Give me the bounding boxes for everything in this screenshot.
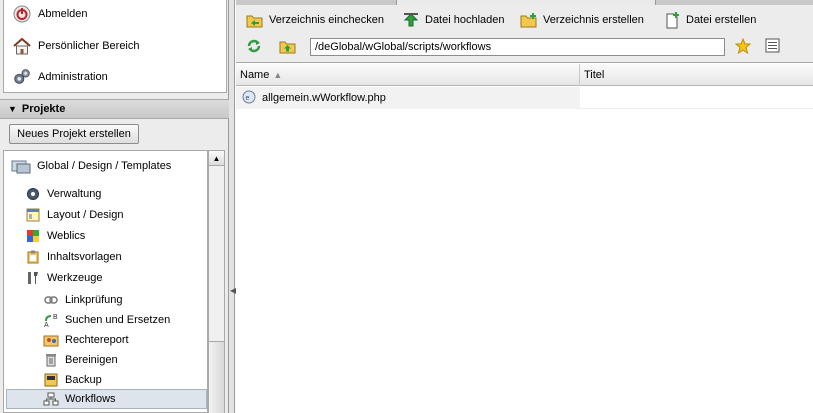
svg-text:B: B [53, 314, 58, 321]
top-navigation: Abmelden Persönlicher Bereich Administra… [3, 0, 227, 93]
projects-header-label: Projekte [21, 103, 66, 115]
tree-item-werkzeuge[interactable]: Werkzeuge [25, 268, 102, 288]
collapse-triangle-icon: ▼ [8, 104, 17, 114]
panel-splitter[interactable]: ◀ [229, 0, 236, 413]
tree-item-label: Backup [65, 374, 102, 386]
projects-header[interactable]: ▼ Projekte [0, 99, 229, 119]
tree-item-label: Suchen und Ersetzen [65, 314, 171, 326]
tree-item-label: Layout / Design [47, 209, 124, 221]
folder-checkin-icon [246, 12, 264, 28]
refresh-icon [246, 38, 262, 57]
tree-item-label: Bereinigen [65, 354, 118, 366]
php-file-icon: e [242, 90, 256, 107]
tree-item-label: Verwaltung [47, 188, 102, 200]
svg-text:A: A [44, 322, 49, 328]
tree-scrollbar[interactable]: ▲ [208, 150, 225, 413]
favorite-button[interactable] [733, 37, 753, 57]
nav-administration[interactable]: Administration [12, 65, 108, 89]
clipboard-icon [25, 249, 41, 265]
tree-item-inhaltsvorlagen[interactable]: Inhaltsvorlagen [25, 247, 122, 267]
tree-item-suchen-ersetzen[interactable]: AB Suchen und Ersetzen [43, 310, 170, 330]
file-name-cell[interactable]: e allgemein.wWorkflow.php [236, 87, 580, 109]
list-icon [765, 38, 780, 56]
nav-logout-label: Abmelden [38, 8, 88, 20]
nav-logout[interactable]: Abmelden [12, 2, 88, 26]
folder-new-icon [520, 12, 538, 28]
tools-icon [25, 270, 41, 286]
folder-up-button[interactable] [278, 37, 298, 57]
path-input[interactable] [310, 38, 725, 56]
upload-file-label: Datei hochladen [425, 14, 505, 26]
server-icon [11, 158, 31, 174]
upload-file-button[interactable]: Datei hochladen [402, 11, 505, 29]
file-name-label: allgemein.wWorkflow.php [262, 92, 386, 104]
scrollbar-thumb[interactable] [209, 341, 224, 413]
svg-text:e: e [246, 95, 250, 102]
gears-icon [12, 67, 32, 87]
nav-personal-area[interactable]: Persönlicher Bereich [12, 34, 140, 58]
left-panel: Abmelden Persönlicher Bereich Administra… [0, 0, 229, 413]
tree-item-bereinigen[interactable]: Bereinigen [43, 350, 118, 370]
create-directory-label: Verzeichnis erstellen [543, 14, 644, 26]
table-row[interactable]: e allgemein.wWorkflow.php [236, 87, 813, 109]
column-name-label: Name [240, 69, 270, 81]
tree-item-label: Weblics [47, 230, 86, 242]
weblics-icon [25, 228, 41, 244]
file-new-icon [663, 11, 681, 28]
column-title-label: Titel [584, 69, 605, 81]
toolbar: Verzeichnis einchecken Datei hochladen V… [236, 5, 813, 63]
new-project-button[interactable]: Neues Projekt erstellen [9, 124, 139, 144]
tree-item-label: Inhaltsvorlagen [47, 251, 122, 263]
nav-personal-label: Persönlicher Bereich [38, 40, 140, 52]
link-icon [43, 292, 59, 308]
tree-item-workflows[interactable]: Workflows [6, 389, 207, 409]
workflow-icon [43, 391, 59, 407]
backup-icon [43, 372, 59, 388]
checkin-directory-label: Verzeichnis einchecken [269, 14, 384, 26]
tree-item-label: Linkprüfung [65, 294, 123, 306]
tree-item-label: Werkzeuge [47, 272, 103, 284]
create-directory-button[interactable]: Verzeichnis erstellen [520, 11, 644, 29]
layout-icon [25, 207, 41, 223]
scroll-up-arrow-icon[interactable]: ▲ [209, 151, 224, 166]
tree-item-layout-design[interactable]: Layout / Design [25, 205, 123, 225]
column-header-title[interactable]: Titel [580, 64, 813, 86]
trash-icon [43, 352, 59, 368]
tree-item-linkpruefung[interactable]: Linkprüfung [43, 290, 123, 310]
folder-up-icon [279, 38, 297, 57]
refresh-button[interactable] [244, 37, 264, 57]
project-tree: Global / Design / Templates Verwaltung L… [3, 150, 208, 413]
tree-item-rechtereport[interactable]: Rechtereport [43, 330, 129, 350]
file-grid: Name ▲ Titel e allgemein.wWorkflow.php [236, 64, 813, 413]
upload-icon [402, 12, 420, 28]
power-icon [12, 4, 32, 24]
tree-item-verwaltung[interactable]: Verwaltung [25, 184, 101, 204]
tree-item-label: Rechtereport [65, 334, 129, 346]
grid-header: Name ▲ Titel [236, 64, 813, 86]
column-header-name[interactable]: Name ▲ [236, 64, 580, 86]
star-icon [734, 37, 752, 57]
file-browser: Verzeichnis einchecken Datei hochladen V… [236, 0, 813, 413]
tree-root-label: Global / Design / Templates [37, 160, 172, 172]
nav-admin-label: Administration [38, 71, 108, 83]
tree-item-weblics[interactable]: Weblics [25, 226, 85, 246]
create-file-label: Datei erstellen [686, 14, 757, 26]
gear-icon [25, 186, 41, 202]
checkin-directory-button[interactable]: Verzeichnis einchecken [246, 11, 384, 29]
tree-item-backup[interactable]: Backup [43, 370, 102, 390]
sort-ascending-icon: ▲ [273, 70, 283, 80]
replace-icon: AB [43, 312, 59, 328]
tree-item-label: Workflows [65, 393, 116, 405]
create-file-button[interactable]: Datei erstellen [663, 11, 756, 29]
list-view-button[interactable] [762, 37, 782, 57]
home-icon [12, 36, 32, 56]
tree-root[interactable]: Global / Design / Templates [11, 156, 171, 176]
users-icon [43, 332, 59, 348]
